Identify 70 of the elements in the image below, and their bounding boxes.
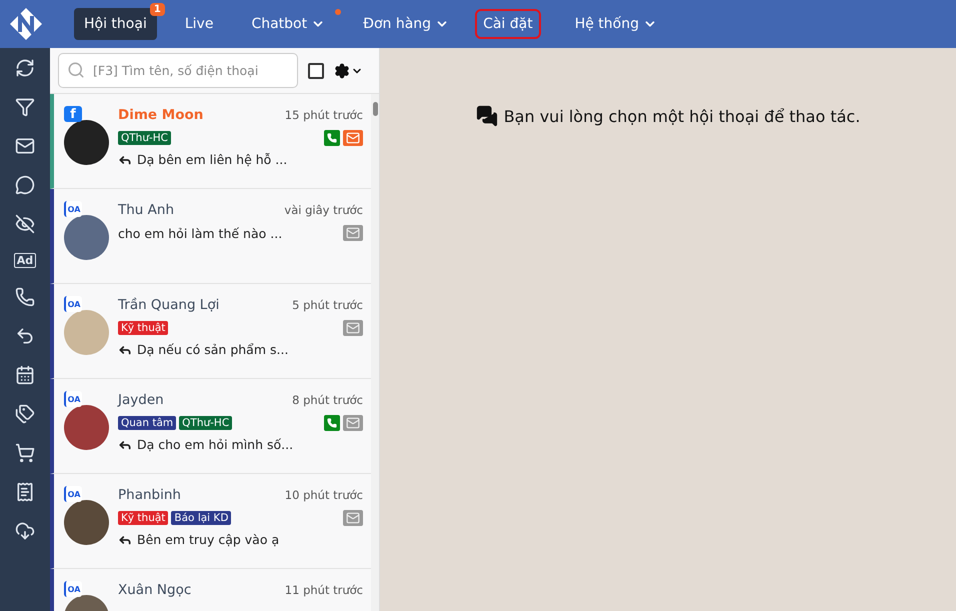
message-time: 10 phút trước — [284, 488, 363, 502]
message-time: 5 phút trước — [292, 298, 363, 312]
tag-label: Báo lại KD — [171, 511, 232, 525]
phone-icon[interactable] — [324, 130, 340, 146]
tag-label: Kỹ thuật — [118, 511, 168, 525]
nav-tab[interactable]: Live — [174, 8, 224, 40]
conversation-item[interactable]: OA Phanbinh 10 phút trước Kỹ thuật Báo lại KD Bên em truy cập vào ạ — [50, 474, 371, 569]
avatar-photo — [64, 120, 109, 165]
avatar-photo — [64, 215, 109, 260]
conversation-item[interactable]: OA Thu Anh vài giây trước cho em hỏi làm thế nào ... — [50, 189, 371, 284]
filter-icon[interactable] — [15, 97, 35, 117]
tag-label: Kỹ thuật — [118, 321, 168, 335]
message-preview: cho em hỏi làm thế nào ... — [118, 226, 282, 240]
count-badge: 1 — [150, 3, 165, 16]
settings-dropdown[interactable] — [334, 62, 363, 78]
notification-dot — [335, 9, 342, 15]
search-field[interactable]: [F3] Tìm tên, số điện thoại — [58, 53, 298, 88]
mail-icon[interactable] — [15, 136, 35, 156]
tag-label: QThư-HC — [179, 416, 232, 430]
avatar-photo — [64, 405, 109, 450]
message-preview: Dạ cho em hỏi mình số... — [118, 437, 363, 452]
refresh-icon[interactable] — [15, 58, 35, 78]
oa-icon: OA — [64, 486, 82, 502]
contact-name: Thu Anh — [118, 202, 174, 218]
chat-bubbles-icon — [476, 105, 498, 127]
select-all-checkbox[interactable] — [308, 62, 324, 78]
phone-icon[interactable] — [15, 287, 35, 307]
message-preview: Bên em truy cập vào ạ — [118, 532, 363, 547]
cloud-download-icon[interactable] — [15, 521, 35, 541]
nav-tab[interactable]: Hệ thống — [564, 8, 667, 40]
calendar-icon[interactable] — [15, 365, 35, 385]
receipt-icon[interactable] — [15, 482, 35, 502]
contact-name: Jayden — [118, 392, 164, 408]
oa-icon: OA — [64, 296, 82, 312]
tags-icon[interactable] — [15, 404, 35, 424]
empty-state-message: Bạn vui lòng chọn một hội thoại để thao tác. — [504, 106, 860, 126]
facebook-icon: f — [64, 106, 82, 122]
nav-tab[interactable]: Đơn hàng — [353, 8, 460, 40]
nav-tab[interactable]: Cài đặt — [477, 11, 539, 37]
ad-icon[interactable]: Ad — [14, 253, 36, 268]
tag-label: Quan tâm — [118, 416, 176, 430]
conversation-item[interactable]: f Dime Moon 15 phút trước QThư-HC Dạ bên em liên hệ hỗ ... — [50, 94, 371, 189]
tag-label: QThư-HC — [118, 131, 172, 145]
chat-bubble-icon[interactable] — [15, 175, 35, 195]
conversation-item[interactable]: OA Jayden 8 phút trước Quan tâm QThư-HC Dạ cho em hỏi mình số... — [50, 379, 371, 474]
contact-name: Trần Quang Lợi — [118, 297, 220, 313]
nav-tab[interactable]: Chatbot — [241, 8, 336, 40]
message-preview: Dạ bên em liên hệ hỗ ... — [118, 152, 363, 167]
contact-name: Phanbinh — [118, 487, 181, 503]
contact-name: Xuân Ngọc — [118, 582, 192, 598]
oa-icon: OA — [64, 391, 82, 407]
message-time: vài giây trước — [284, 203, 363, 217]
message-time: 15 phút trước — [284, 108, 363, 122]
oa-icon: OA — [64, 581, 82, 597]
oa-icon: OA — [64, 201, 82, 217]
cart-icon[interactable] — [15, 443, 35, 463]
logo-icon[interactable] — [8, 6, 44, 42]
message-time: 8 phút trước — [292, 393, 363, 407]
avatar-photo — [64, 310, 109, 355]
message-preview: Dạ nếu có sản phẩm s... — [118, 342, 363, 357]
conversation-item[interactable]: OA Trần Quang Lợi 5 phút trước Kỹ thuật Dạ nếu có sản phẩm s... — [50, 284, 371, 379]
message-time: 11 phút trước — [284, 583, 363, 597]
phone-icon[interactable] — [324, 415, 340, 431]
settings-icon — [334, 62, 350, 78]
scrollbar[interactable] — [371, 94, 379, 611]
reply-icon[interactable] — [15, 326, 35, 346]
avatar-photo — [64, 500, 109, 545]
contact-name: Dime Moon — [118, 107, 204, 123]
search-icon — [67, 61, 85, 79]
eye-off-icon[interactable] — [15, 214, 35, 234]
